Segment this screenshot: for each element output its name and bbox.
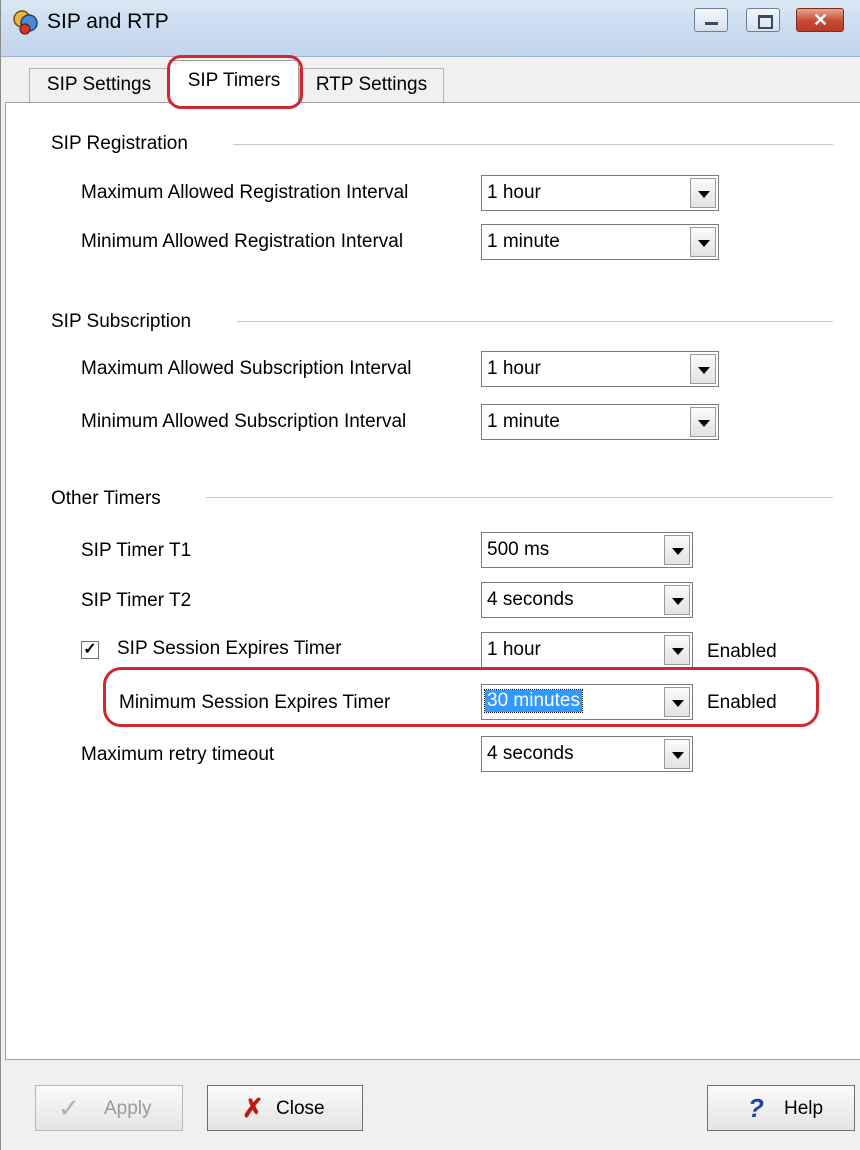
max-retry-timeout-label: Maximum retry timeout (81, 744, 275, 765)
chevron-down-icon[interactable] (664, 585, 690, 615)
sip-timer-t1-select[interactable]: 500 ms (481, 532, 693, 568)
apply-button-label: Apply (104, 1098, 152, 1119)
chevron-down-icon[interactable] (664, 535, 690, 565)
select-value: 1 hour (487, 639, 541, 660)
title-bar: SIP and RTP ✕ (1, 0, 860, 57)
chevron-down-icon[interactable] (664, 635, 690, 665)
chevron-down-icon[interactable] (664, 687, 690, 717)
max-retry-timeout-select[interactable]: 4 seconds (481, 736, 693, 772)
maximize-icon (758, 15, 773, 29)
select-value: 500 ms (487, 539, 550, 560)
close-window-button[interactable]: ✕ (796, 8, 844, 32)
session-expires-select[interactable]: 1 hour (481, 632, 693, 668)
chevron-down-icon[interactable] (690, 178, 716, 208)
checkmark-icon: ✓ (58, 1093, 80, 1123)
select-value: 1 minute (487, 231, 560, 252)
min-session-expires-status: Enabled (707, 692, 777, 713)
tab-label: SIP Settings (46, 74, 152, 95)
group-divider (206, 497, 833, 498)
select-value: 4 seconds (487, 589, 574, 610)
max-registration-select[interactable]: 1 hour (481, 175, 719, 211)
session-expires-checkbox[interactable]: ✓ (81, 641, 99, 659)
tab-sip-timers[interactable]: SIP Timers (169, 60, 299, 104)
min-subscription-select[interactable]: 1 minute (481, 404, 719, 440)
tab-sip-settings[interactable]: SIP Settings (29, 68, 169, 102)
min-registration-label: Minimum Allowed Registration Interval (81, 231, 404, 252)
help-button-label: Help (784, 1098, 824, 1119)
session-expires-status: Enabled (707, 641, 777, 662)
min-session-expires-select[interactable]: 30 minutes (481, 684, 693, 720)
sip-timer-t1-label: SIP Timer T1 (81, 540, 192, 561)
min-subscription-label: Minimum Allowed Subscription Interval (81, 411, 407, 432)
tab-label: SIP Timers (187, 70, 281, 91)
chevron-down-icon[interactable] (664, 739, 690, 769)
max-subscription-select[interactable]: 1 hour (481, 351, 719, 387)
close-icon: ✕ (813, 10, 829, 30)
tab-rtp-settings[interactable]: RTP Settings (299, 68, 444, 102)
min-registration-select[interactable]: 1 minute (481, 224, 719, 260)
apply-button[interactable]: ✓ Apply (35, 1085, 183, 1131)
minimize-icon (705, 22, 718, 25)
close-button-label: Close (276, 1098, 325, 1119)
select-value: 4 seconds (487, 743, 574, 764)
max-registration-label: Maximum Allowed Registration Interval (81, 182, 409, 203)
select-value: 30 minutes (484, 689, 583, 713)
question-mark-icon: ? (748, 1093, 764, 1123)
group-divider (237, 321, 833, 322)
window-title: SIP and RTP (47, 10, 169, 33)
maximize-button[interactable] (746, 8, 780, 32)
minimize-button[interactable] (694, 8, 728, 32)
help-button[interactable]: ? Help (707, 1085, 855, 1131)
close-button[interactable]: ✗ Close (207, 1085, 363, 1131)
sip-rtp-window: SIP and RTP ✕ SIP Settings SIP Timers RT… (0, 0, 860, 1150)
group-title-registration: SIP Registration (51, 133, 188, 154)
select-value: 1 minute (487, 411, 560, 432)
session-expires-label: SIP Session Expires Timer (117, 638, 342, 659)
x-icon: ✗ (242, 1093, 264, 1123)
tab-label: RTP Settings (315, 74, 428, 95)
group-divider (233, 144, 833, 145)
chevron-down-icon[interactable] (690, 354, 716, 384)
select-value: 1 hour (487, 358, 541, 379)
sip-timer-t2-label: SIP Timer T2 (81, 590, 192, 611)
group-title-other-timers: Other Timers (51, 488, 161, 509)
chevron-down-icon[interactable] (690, 407, 716, 437)
min-session-expires-label: Minimum Session Expires Timer (119, 692, 391, 713)
max-subscription-label: Maximum Allowed Subscription Interval (81, 358, 412, 379)
chevron-down-icon[interactable] (690, 227, 716, 257)
select-value: 1 hour (487, 182, 541, 203)
app-icon (13, 10, 38, 35)
tab-strip: SIP Settings SIP Timers RTP Settings (1, 56, 860, 104)
group-title-subscription: SIP Subscription (51, 311, 192, 332)
sip-timer-t2-select[interactable]: 4 seconds (481, 582, 693, 618)
